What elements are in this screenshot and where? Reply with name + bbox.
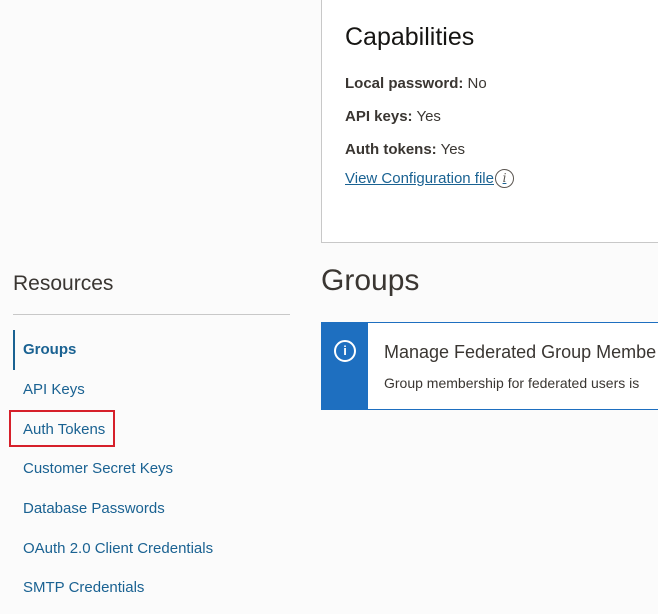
resource-item-api-keys[interactable]: API Keys: [13, 370, 283, 410]
auth-tokens-label: Auth tokens:: [345, 141, 437, 158]
federated-info-banner: i Manage Federated Group Membe Group mem…: [321, 322, 658, 410]
resource-item-smtp-credentials[interactable]: SMTP Credentials: [13, 568, 283, 608]
api-keys-row: API keys: Yes: [345, 108, 441, 125]
auth-tokens-value: Yes: [440, 141, 466, 158]
capabilities-card: Capabilities Local password: No API keys…: [321, 0, 658, 243]
groups-title: Groups: [321, 264, 420, 297]
resource-item-auth-tokens[interactable]: Auth Tokens: [13, 410, 283, 450]
view-configuration-file-label[interactable]: View Configuration file: [345, 170, 494, 187]
resource-item-database-passwords[interactable]: Database Passwords: [13, 489, 283, 529]
resource-item-oauth-client-credentials[interactable]: OAuth 2.0 Client Credentials: [13, 529, 283, 569]
info-icon[interactable]: i: [494, 169, 514, 188]
api-keys-value: Yes: [416, 108, 441, 125]
resource-item-customer-secret-keys[interactable]: Customer Secret Keys: [13, 449, 283, 489]
view-configuration-file-link[interactable]: View Configuration file i: [345, 169, 514, 188]
auth-tokens-row: Auth tokens: Yes: [345, 141, 465, 158]
info-icon: i: [334, 340, 356, 362]
local-password-value: No: [467, 75, 487, 92]
resources-divider: [13, 314, 290, 315]
resources-title: Resources: [13, 272, 114, 295]
banner-stripe: i: [322, 323, 368, 409]
resource-item-groups[interactable]: Groups: [13, 330, 283, 370]
api-keys-label: API keys:: [345, 108, 413, 125]
local-password-label: Local password:: [345, 75, 464, 92]
local-password-row: Local password: No: [345, 75, 487, 92]
banner-title: Manage Federated Group Membe: [384, 342, 657, 362]
capabilities-title: Capabilities: [345, 23, 475, 51]
banner-text: Group membership for federated users is: [384, 375, 640, 391]
